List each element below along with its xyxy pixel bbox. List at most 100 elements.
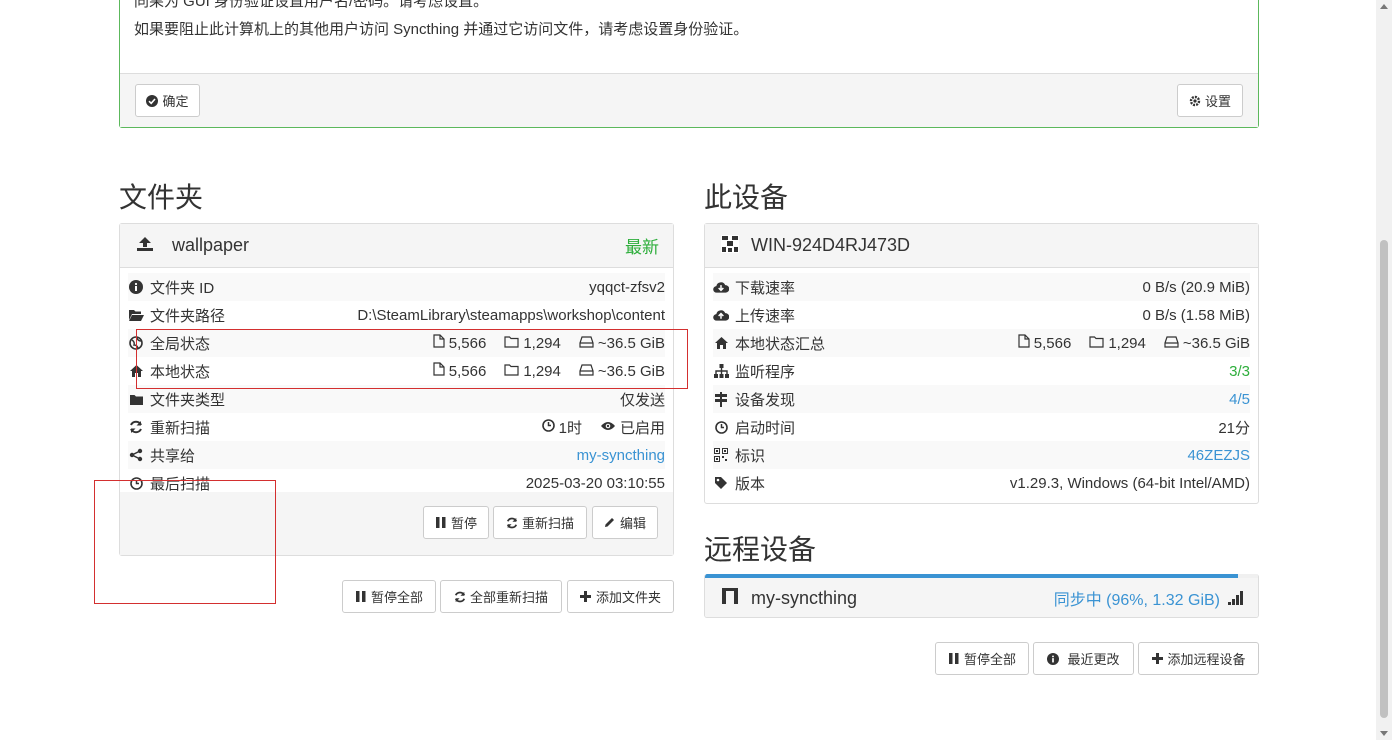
page-scrollbar[interactable] xyxy=(1376,0,1392,740)
ok-button[interactable]: 确定 xyxy=(135,84,200,117)
folder-pause-button[interactable]: 暂停 xyxy=(423,506,489,539)
rescan-all-label: 全部重新扫描 xyxy=(469,590,548,605)
this-device-details: 下载速率 0 B/s (20.9 MiB) 上传速率 0 B/s (1.58 M… xyxy=(705,268,1258,497)
folder-rescan-button[interactable]: 重新扫描 xyxy=(493,506,587,539)
signpost-icon xyxy=(713,391,729,407)
folder-outline-icon xyxy=(1089,335,1104,352)
scrollbar-thumb[interactable] xyxy=(1380,240,1388,718)
plus-icon xyxy=(1151,653,1163,665)
uptime-value: 21分 xyxy=(1218,419,1250,437)
add-folder-label: 添加文件夹 xyxy=(595,590,661,605)
recent-changes-button[interactable]: 最近更改 xyxy=(1033,642,1134,675)
cloud-upload-icon xyxy=(713,307,729,323)
folder-header[interactable]: wallpaper 最新 xyxy=(120,224,673,268)
rescan-value: 1时 已启用 xyxy=(541,417,665,438)
shared-with-link[interactable]: my-syncthing xyxy=(577,447,665,464)
download-rate-row: 下载速率 0 B/s (20.9 MiB) xyxy=(713,273,1250,301)
local-summary-value: 5,566 1,294 ~36.5 GiB xyxy=(1018,334,1250,352)
annotation-box-empty xyxy=(94,480,276,604)
refresh-icon xyxy=(506,517,518,529)
version-value: v1.29.3, Windows (64-bit Intel/AMD) xyxy=(1009,474,1250,492)
summary-files: 5,566 xyxy=(1033,334,1072,352)
gear-icon xyxy=(1189,95,1201,107)
download-rate-value: 0 B/s (20.9 MiB) xyxy=(1142,278,1250,296)
this-device-heading: 此设备 xyxy=(704,182,789,213)
this-device-panel: WIN-924D4RJ473D 下载速率 0 B/s (20.9 MiB) 上传… xyxy=(704,223,1259,504)
rescan-interval: 1时 xyxy=(558,419,582,437)
listeners-label: 监听程序 xyxy=(735,363,796,381)
listeners-value[interactable]: 3/3 xyxy=(1229,363,1250,380)
listeners-row: 监听程序 3/3 xyxy=(713,357,1250,385)
auth-warning-line1: 同果为 GUI 身份验证设置用户名/密码。请考虑设置。 xyxy=(134,0,489,10)
cloud-download-icon xyxy=(713,279,729,295)
pause-all-devices-button[interactable]: 暂停全部 xyxy=(935,642,1029,675)
remote-device-panel: my-syncthing 同步中 (96%, 1.32 GiB) xyxy=(704,574,1259,618)
folder-id-value: yqqct-zfsv2 xyxy=(589,278,665,296)
auth-warning-body: 同果为 GUI 身份验证设置用户名/密码。请考虑设置。 如果要阻止此计算机上的其… xyxy=(120,0,1258,41)
identification-row: 标识 46ZEZJS xyxy=(713,441,1250,469)
folder-path-label: 文件夹路径 xyxy=(150,307,226,325)
info-circle-icon xyxy=(128,279,144,295)
folder-type-row: 文件夹类型 仅发送 xyxy=(128,385,665,413)
summary-dirs: 1,294 xyxy=(1108,334,1146,352)
folder-type-label: 文件夹类型 xyxy=(150,391,226,409)
device-identicon-icon xyxy=(721,234,739,257)
uptime-row: 启动时间 21分 xyxy=(713,413,1250,441)
folder-path-row: 文件夹路径 D:\SteamLibrary\steamapps\workshop… xyxy=(128,301,665,329)
local-summary-label: 本地状态汇总 xyxy=(735,335,826,353)
folder-status: 最新 xyxy=(625,238,659,257)
folder-open-icon xyxy=(128,307,144,323)
add-remote-device-button[interactable]: 添加远程设备 xyxy=(1138,642,1259,675)
ok-button-label: 确定 xyxy=(162,94,189,109)
folder-edit-label: 编辑 xyxy=(619,516,646,531)
version-label: 版本 xyxy=(735,475,766,493)
info-circle-icon xyxy=(1047,652,1060,665)
remote-device-header[interactable]: my-syncthing 同步中 (96%, 1.32 GiB) xyxy=(705,574,1258,617)
auth-warning-line2: 如果要阻止此计算机上的其他用户访问 Syncthing 并通过它访问文件，请考虑… xyxy=(134,21,749,38)
rescan-all-button[interactable]: 全部重新扫描 xyxy=(440,580,562,613)
local-summary-row: 本地状态汇总 5,566 1,294 ~36.5 GiB xyxy=(713,329,1250,357)
qrcode-icon xyxy=(713,447,729,463)
annotation-box-state xyxy=(136,329,688,389)
pause-all-folders-button[interactable]: 暂停全部 xyxy=(342,580,436,613)
folder-icon xyxy=(128,391,144,407)
plus-icon xyxy=(580,591,592,603)
share-icon xyxy=(128,447,144,463)
clock-icon xyxy=(713,419,729,435)
check-circle-icon xyxy=(146,94,159,107)
auth-warning-panel: 同果为 GUI 身份验证设置用户名/密码。请考虑设置。 如果要阻止此计算机上的其… xyxy=(119,0,1259,128)
upload-icon xyxy=(136,236,154,256)
folder-rescan-label: 重新扫描 xyxy=(521,516,574,531)
identification-label: 标识 xyxy=(735,447,766,465)
sync-progress-track xyxy=(705,574,1258,578)
refresh-icon xyxy=(128,419,144,435)
scroll-down-icon[interactable] xyxy=(1380,731,1388,736)
rescan-row: 重新扫描 1时 已启用 xyxy=(128,413,665,441)
rescan-label: 重新扫描 xyxy=(150,419,211,437)
discovery-value[interactable]: 4/5 xyxy=(1229,391,1250,408)
settings-button[interactable]: 设置 xyxy=(1177,84,1243,117)
pencil-icon xyxy=(604,517,616,529)
pause-icon xyxy=(948,653,960,665)
signal-icon xyxy=(1228,591,1244,605)
scroll-up-icon[interactable] xyxy=(1380,4,1388,9)
shared-with-label: 共享给 xyxy=(150,447,196,465)
version-row: 版本 v1.29.3, Windows (64-bit Intel/AMD) xyxy=(713,469,1250,497)
upload-rate-label: 上传速率 xyxy=(735,307,796,325)
folder-id-row: 文件夹 ID yqqct-zfsv2 xyxy=(128,273,665,301)
pause-all-devices-label: 暂停全部 xyxy=(963,652,1016,667)
device-id-link[interactable]: 46ZEZJS xyxy=(1187,447,1250,464)
recent-changes-label: 最近更改 xyxy=(1067,652,1120,667)
summary-size: ~36.5 GiB xyxy=(1182,334,1250,352)
this-device-header[interactable]: WIN-924D4RJ473D xyxy=(705,224,1258,268)
settings-button-label: 设置 xyxy=(1204,94,1231,109)
folder-id-label: 文件夹 ID xyxy=(150,279,215,297)
tag-icon xyxy=(713,475,729,491)
folder-edit-button[interactable]: 编辑 xyxy=(592,506,658,539)
watch-status: 已启用 xyxy=(619,419,665,437)
folder-pause-label: 暂停 xyxy=(450,516,477,531)
folder-path-value: D:\SteamLibrary\steamapps\workshop\conte… xyxy=(357,306,665,324)
sitemap-icon xyxy=(713,363,729,379)
add-folder-button[interactable]: 添加文件夹 xyxy=(567,580,674,613)
eye-icon xyxy=(600,419,616,436)
